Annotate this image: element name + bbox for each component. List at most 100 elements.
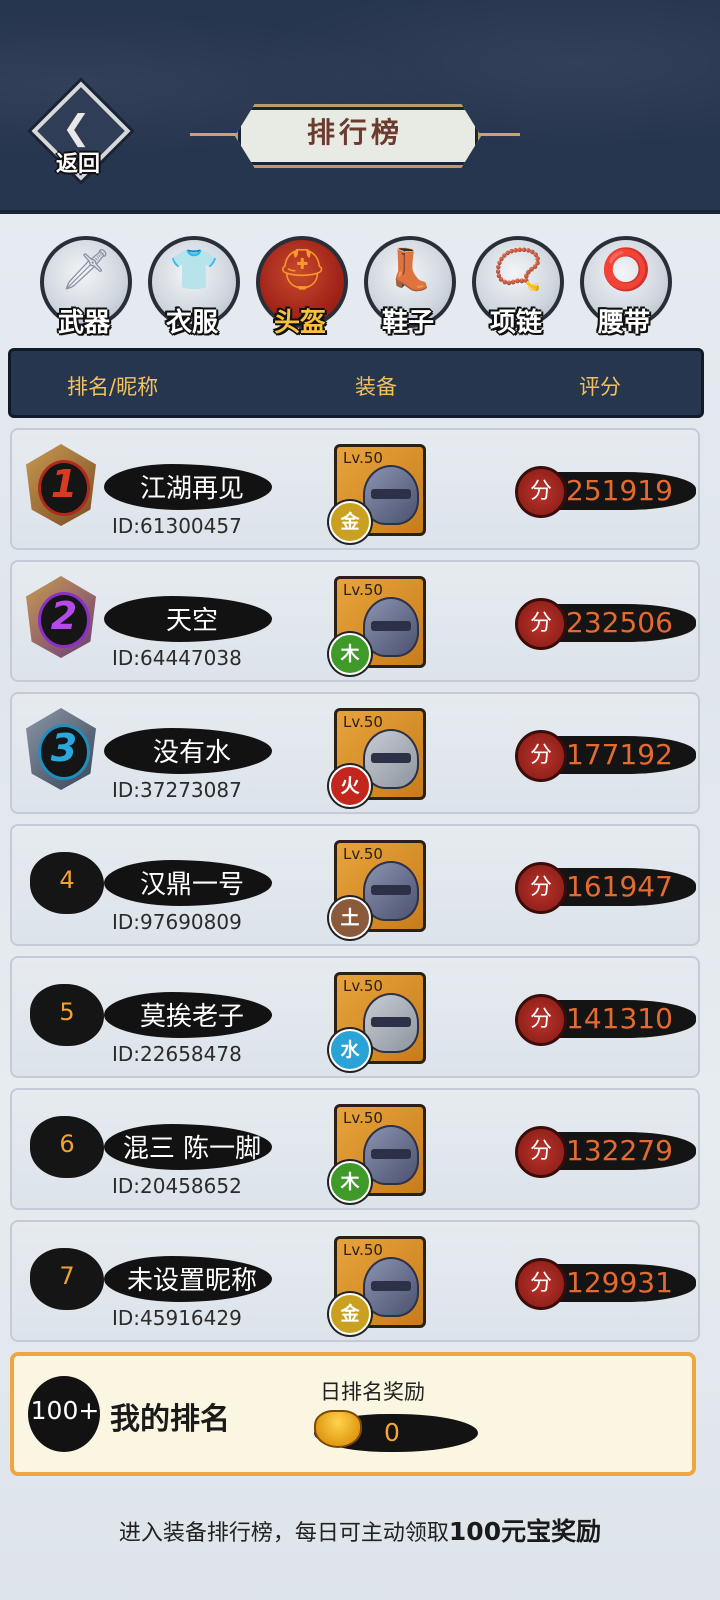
rank-number: 5	[59, 998, 75, 1026]
player-id: ID:37273087	[112, 778, 242, 802]
equipment-slot[interactable]: Lv.50 金	[329, 444, 426, 543]
column-score: 评分	[579, 375, 621, 399]
score-value: 251919	[566, 474, 673, 507]
ranking-row[interactable]: 6 混三 陈一脚 ID:20458652 Lv.50 木 分 132279	[10, 1088, 700, 1210]
tab-clothes-label: 衣服	[165, 308, 218, 338]
score-icon: 分	[515, 466, 567, 518]
rank-number: 3	[50, 726, 78, 770]
gold-ingot-icon	[314, 1410, 362, 1448]
tab-clothes[interactable]: 👕 衣服	[144, 234, 240, 342]
helmet-icon	[363, 465, 419, 525]
helmet-icon	[363, 861, 419, 921]
boot-icon: 👢	[385, 247, 435, 293]
ranking-row[interactable]: 1 江湖再见 ID:61300457 Lv.50 金 分 251919	[10, 428, 700, 550]
player-id: ID:22658478	[112, 1042, 242, 1066]
rank-3-badge: 3	[16, 702, 106, 802]
ranking-row[interactable]: 7 未设置昵称 ID:45916429 Lv.50 金 分 129931	[10, 1220, 700, 1342]
tab-necklace[interactable]: 📿 项链	[468, 234, 564, 342]
footer-reward-highlight: 100元宝奖励	[448, 1517, 602, 1546]
my-rank-number: 100+	[30, 1396, 100, 1425]
score-icon: 分	[515, 994, 567, 1046]
helmet-band	[371, 1149, 411, 1159]
tab-belt[interactable]: ⭕ 腰带	[576, 234, 672, 342]
ranking-row[interactable]: 5 莫挨老子 ID:22658478 Lv.50 水 分 141310	[10, 956, 700, 1078]
helmet-band	[371, 885, 411, 895]
player-id: ID:61300457	[112, 514, 242, 538]
helmet-icon: ⛑	[276, 247, 328, 293]
equipment-level: Lv.50	[343, 713, 383, 731]
player-name: 莫挨老子	[139, 1002, 244, 1032]
helmet-icon	[363, 1125, 419, 1185]
helmet-band	[371, 621, 411, 631]
tab-weapon-label: 武器	[57, 308, 110, 338]
player-id: ID:97690809	[112, 910, 242, 934]
element-badge: 木	[329, 1161, 371, 1203]
tab-necklace-label: 项链	[489, 308, 542, 338]
footer-hint: 进入装备排行榜，每日可主动领取100元宝奖励	[0, 1512, 720, 1548]
score-value: 141310	[566, 1002, 673, 1035]
equipment-level: Lv.50	[343, 581, 383, 599]
ranking-row[interactable]: 2 天空 ID:64447038 Lv.50 木 分 232506	[10, 560, 700, 682]
rank-2-badge: 2	[16, 570, 106, 670]
tab-shoes-label: 鞋子	[381, 308, 434, 338]
my-rank-title: 我的排名	[110, 1402, 230, 1437]
score-value: 132279	[566, 1134, 673, 1167]
helmet-band	[371, 1281, 411, 1291]
horned-helmet-icon	[363, 729, 419, 789]
helmet-icon	[363, 1257, 419, 1317]
equipment-level: Lv.50	[343, 449, 383, 467]
rank-number: 4	[59, 866, 75, 894]
back-button[interactable]: ❮ 返回	[28, 81, 131, 188]
tab-helmet-label: 头盔	[273, 308, 326, 338]
score-icon: 分	[515, 1258, 567, 1310]
helmet-band	[371, 1017, 411, 1027]
helmet-icon	[363, 597, 419, 657]
player-name: 混三 陈一脚	[122, 1134, 262, 1164]
equipment-level: Lv.50	[343, 1109, 383, 1127]
tab-weapon[interactable]: 🗡 武器	[36, 234, 132, 342]
player-name: 天空	[165, 606, 218, 636]
element-badge: 金	[329, 501, 371, 543]
ranking-row[interactable]: 4 汉鼎一号 ID:97690809 Lv.50 土 分 161947	[10, 824, 700, 946]
helmet-band	[371, 489, 411, 499]
player-id: ID:20458652	[112, 1174, 242, 1198]
page-title: 排行榜	[306, 116, 403, 149]
player-name: 汉鼎一号	[139, 870, 244, 900]
player-name: 未设置昵称	[126, 1266, 257, 1296]
score-icon: 分	[515, 730, 567, 782]
player-id: ID:64447038	[112, 646, 242, 670]
necklace-icon: 📿	[493, 247, 543, 293]
daily-reward-label: 日排名奖励	[320, 1380, 425, 1404]
rank-1-badge: 1	[16, 438, 106, 538]
element-badge: 木	[329, 633, 371, 675]
player-id: ID:45916429	[112, 1306, 242, 1330]
equipment-tabs: 🗡 武器 👕 衣服 ⛑ 头盔 👢 鞋子 📿 项链 ⭕ 腰带	[36, 234, 686, 342]
element-badge: 水	[329, 1029, 371, 1071]
equipment-level: Lv.50	[343, 845, 383, 863]
daily-reward-value: 0	[384, 1418, 400, 1447]
element-badge: 金	[329, 1293, 371, 1335]
score-value: 232506	[566, 606, 673, 639]
ranking-row[interactable]: 3 没有水 ID:37273087 Lv.50 火 分 177192	[10, 692, 700, 814]
title-ornament-left	[190, 133, 240, 136]
equipment-slot[interactable]: Lv.50 金	[329, 1236, 426, 1335]
armor-icon: 👕	[169, 247, 219, 293]
equipment-slot[interactable]: Lv.50 火	[329, 708, 426, 807]
score-icon: 分	[515, 1126, 567, 1178]
tab-shoes[interactable]: 👢 鞋子	[360, 234, 456, 342]
horned-helmet-icon	[363, 993, 419, 1053]
equipment-slot[interactable]: Lv.50 木	[329, 576, 426, 675]
equipment-slot[interactable]: Lv.50 水	[329, 972, 426, 1071]
score-value: 161947	[566, 870, 673, 903]
equipment-slot[interactable]: Lv.50 土	[329, 840, 426, 939]
score-value: 129931	[566, 1266, 673, 1299]
top-bar: ❮ 返回 排行榜	[0, 0, 720, 214]
score-value: 177192	[566, 738, 673, 771]
equipment-slot[interactable]: Lv.50 木	[329, 1104, 426, 1203]
rank-number: 7	[59, 1262, 75, 1290]
tab-helmet[interactable]: ⛑ 头盔	[252, 234, 348, 342]
belt-icon: ⭕	[601, 247, 651, 293]
tab-belt-label: 腰带	[597, 308, 650, 338]
element-badge: 土	[329, 897, 371, 939]
player-name: 江湖再见	[139, 474, 244, 504]
